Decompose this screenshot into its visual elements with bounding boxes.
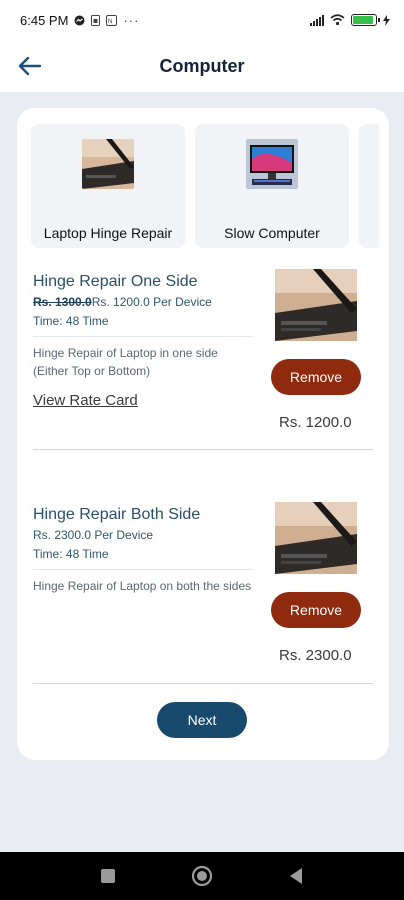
- remove-button[interactable]: Remove: [271, 359, 361, 395]
- signal-icon: [310, 14, 324, 26]
- service-separator: [33, 683, 373, 684]
- back-button[interactable]: [14, 50, 46, 82]
- service-title: Hinge Repair One Side: [33, 273, 198, 290]
- service-card: Laptop Hinge Repair Slow Computer Hinge …: [17, 108, 389, 760]
- recents-square-icon: [101, 869, 115, 883]
- back-triangle-icon: [290, 868, 302, 884]
- service-price: Rs. 1300.0Rs. 1200.0 Per Device: [33, 295, 212, 309]
- remove-button[interactable]: Remove: [271, 592, 361, 628]
- service-image: [275, 269, 357, 341]
- home-circle-icon: [191, 865, 213, 887]
- desktop-thumbnail: [246, 139, 298, 189]
- service-title: Hinge Repair Both Side: [33, 506, 201, 523]
- nfc-icon: N: [106, 14, 118, 26]
- home-button[interactable]: [190, 864, 214, 888]
- system-nav-bar: [0, 852, 404, 900]
- service-description: Hinge Repair of Laptop in one side (Eith…: [33, 346, 218, 378]
- status-notification-icons: N ···: [74, 13, 139, 28]
- category-slow-computer[interactable]: Slow Computer: [195, 124, 349, 248]
- laptop-thumbnail: [82, 139, 134, 189]
- wifi-icon: [330, 14, 345, 26]
- messenger-icon: [74, 15, 85, 25]
- status-left: 6:45 PM N ···: [20, 13, 139, 28]
- category-carousel[interactable]: Laptop Hinge Repair Slow Computer: [31, 124, 389, 248]
- service-new-price: Rs. 1200.0 Per Device: [91, 295, 212, 309]
- more-dots-icon: ···: [123, 12, 140, 28]
- service-item: Hinge Repair Both Side Rs. 2300.0 Per De…: [33, 501, 373, 681]
- next-button[interactable]: Next: [157, 702, 247, 738]
- status-bar: 6:45 PM N ···: [0, 0, 404, 40]
- recents-button[interactable]: [96, 864, 120, 888]
- divider: [33, 569, 253, 570]
- service-price: Rs. 2300.0 Per Device: [33, 528, 154, 542]
- service-time: Time: 48 Time: [33, 547, 109, 561]
- sim-icon: [91, 14, 101, 26]
- page-title: Computer: [159, 55, 245, 76]
- service-total: Rs. 2300.0: [279, 647, 352, 664]
- view-rate-card-link[interactable]: View Rate Card: [33, 392, 138, 409]
- status-right: [310, 14, 390, 26]
- service-total: Rs. 1200.0: [279, 414, 352, 431]
- category-next-partial[interactable]: [359, 124, 379, 248]
- battery-fill: [353, 16, 373, 24]
- divider: [33, 336, 253, 337]
- service-old-price: Rs. 1300.0: [33, 295, 92, 309]
- arrow-left-icon: [18, 56, 42, 76]
- category-label: Slow Computer: [224, 225, 320, 241]
- service-item: Hinge Repair One Side Rs. 1300.0Rs. 1200…: [33, 268, 373, 452]
- service-time: Time: 48 Time: [33, 314, 109, 328]
- service-image: [275, 502, 357, 574]
- app-header: Computer: [0, 40, 404, 92]
- status-time: 6:45 PM: [20, 12, 69, 28]
- service-separator: [33, 449, 373, 450]
- charging-icon: [383, 14, 390, 26]
- system-back-button[interactable]: [284, 864, 308, 888]
- battery-icon: [351, 14, 380, 26]
- svg-text:N: N: [108, 19, 112, 25]
- service-description: Hinge Repair of Laptop on both the sides: [33, 579, 252, 593]
- category-laptop-hinge-repair[interactable]: Laptop Hinge Repair: [31, 124, 185, 248]
- category-label: Laptop Hinge Repair: [43, 225, 173, 241]
